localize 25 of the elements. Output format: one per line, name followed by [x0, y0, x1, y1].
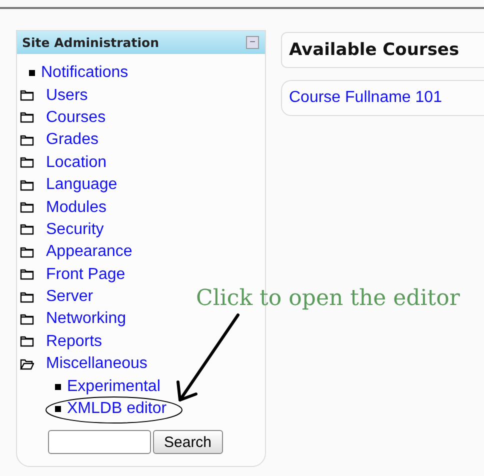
- menu-link[interactable]: Miscellaneous: [46, 355, 148, 374]
- course-link[interactable]: Course Fullname 101: [289, 89, 442, 107]
- menu-link[interactable]: Networking: [46, 310, 126, 328]
- menu-link[interactable]: Experimental: [67, 378, 160, 396]
- menu-link[interactable]: Front Page: [46, 266, 126, 284]
- menu-link[interactable]: Appearance: [46, 243, 132, 262]
- menu-link[interactable]: Modules: [46, 198, 106, 217]
- menu-link[interactable]: Language: [46, 176, 118, 194]
- menu-link[interactable]: Courses: [46, 108, 106, 127]
- menu-link[interactable]: Location: [46, 154, 106, 172]
- search-field[interactable]: [48, 430, 151, 454]
- menu-link[interactable]: Security: [46, 220, 104, 239]
- menu-link[interactable]: Grades: [46, 131, 98, 150]
- search-button[interactable]: Search: [153, 430, 223, 454]
- menu-link[interactable]: Reports: [46, 332, 102, 351]
- section-heading: Available Courses: [289, 40, 460, 60]
- collapse-button[interactable]: −: [246, 36, 259, 49]
- menu-link[interactable]: Users: [46, 86, 88, 105]
- bullet-icon: [55, 406, 61, 412]
- bullet-icon: [55, 384, 61, 390]
- bullet-icon: [29, 70, 35, 76]
- block-title: Site Administration: [22, 35, 159, 50]
- menu-link[interactable]: Notifications: [41, 64, 128, 82]
- menu-link[interactable]: Server: [46, 288, 94, 306]
- annotation-text: Click to open the editor: [196, 286, 460, 311]
